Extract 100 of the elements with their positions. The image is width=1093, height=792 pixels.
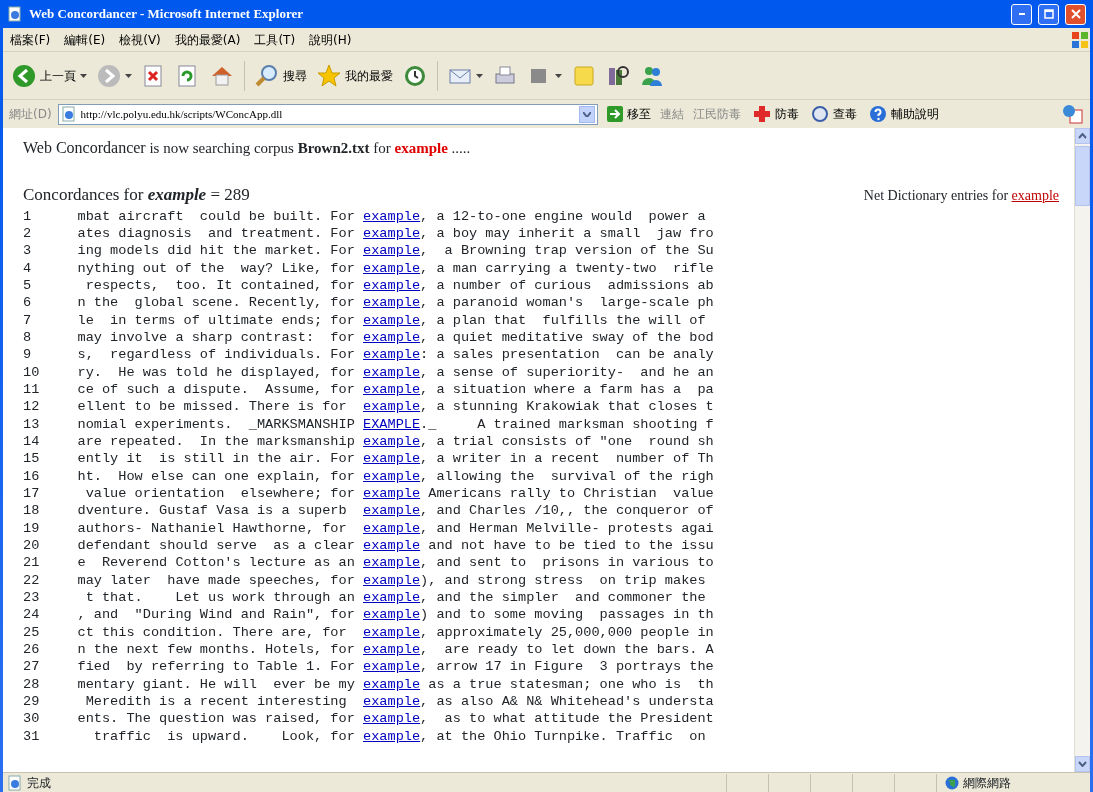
line-number: 21 [23,554,41,572]
keyword-link[interactable]: example [363,346,421,364]
left-context: may involve a sharp contrast: for [76,328,356,347]
left-context: le in terms of ultimate ends; for [76,311,356,329]
favorites-button[interactable]: 我的最愛 [314,61,396,90]
status-text: 完成 [27,774,51,792]
keyword-link[interactable]: example [363,398,421,416]
line-number: 22 [23,571,41,590]
menu-item[interactable]: 檔案(F) [3,28,58,51]
dropdown-arrow-icon [80,73,87,78]
status-message: Web Concordancer is now searching corpus Brown2.txt for example ..... [23,138,472,158]
keyword-link[interactable]: example [363,467,421,485]
left-context: traffic is upward. Look, for [92,727,356,746]
back-button[interactable]: 上一頁 [9,61,90,90]
right-context: , a paranoid woman's large-scale ph [420,294,714,312]
keyword-link[interactable]: example [363,294,421,312]
left-context: Meredith is a recent interesting [84,693,348,711]
keyword-link[interactable]: example [363,727,421,746]
keyword-link[interactable]: example [363,710,421,728]
menu-item[interactable]: 檢視(V) [112,28,168,51]
menu-item[interactable]: 工具(T) [247,28,303,51]
right-context: , a Browning trap version of the Su [420,242,714,260]
keyword-link[interactable]: example [363,589,421,607]
keyword-link[interactable]: example [363,259,421,277]
link-button[interactable]: 輔助說明 [865,103,942,125]
ie-page-icon [7,6,23,22]
scroll-thumb[interactable] [1075,146,1090,206]
right-context: , allowing the survival of the righ [420,467,714,485]
left-context: , and "During Wind and Rain", for [76,606,356,624]
right-context: , and sent to prisons in various to [420,554,714,572]
keyword-link[interactable]: example [363,693,421,711]
left-context: ents. The question was raised, for [76,710,356,728]
keyword-link[interactable]: example [363,311,421,329]
zone-text: 網際網路 [963,774,1011,792]
right-context: , a boy may inherit a small jaw fro [420,224,714,243]
line-number: 17 [23,485,41,503]
minimize-button[interactable] [1011,3,1032,25]
line-number: 13 [23,415,41,433]
keyword-link[interactable]: example [363,502,421,520]
disc-icon [810,105,829,123]
keyword-link[interactable]: example [363,623,421,642]
keyword-link[interactable]: example [363,432,421,451]
keyword-link[interactable]: example [363,554,421,572]
link-button[interactable]: 查毒 [807,103,860,125]
scrollbar[interactable] [1074,128,1090,772]
menu-item[interactable]: 我的最愛(A) [167,28,248,51]
scroll-down-icon[interactable] [1078,761,1087,767]
keyword-link[interactable]: EXAMPLE [363,415,421,433]
line-number: 24 [23,606,41,624]
address-label: 網址(D) [9,106,52,123]
left-context: ing models did hit the market. For [76,242,356,260]
left-context: nything out of the way? Like, for [76,259,356,277]
link-button[interactable]: 防毒 [749,103,802,125]
right-context: as a true statesman; one who is th [427,675,714,694]
keyword-link[interactable]: example [363,207,421,225]
left-context: respects, too. It contained, for [84,276,356,295]
right-context: , a stunning Krakowiak that closes t [420,398,714,416]
left-context: s, regardless of individuals. For [76,346,356,364]
go-arrow-icon [606,106,623,122]
keyword-link[interactable]: example [363,606,421,624]
keyword-link[interactable]: example [363,537,421,555]
keyword-link[interactable]: example [363,485,421,503]
maximize-button[interactable] [1038,3,1059,25]
go-button[interactable]: 移至 [603,103,654,125]
line-number: 27 [23,658,41,676]
line-number: 2 [23,224,33,243]
keyword-link[interactable]: example [363,328,421,347]
left-context: e Reverend Cotton's lecture as an [76,554,356,572]
keyword-link[interactable]: example [363,276,421,295]
globe-icon [945,775,959,790]
dictionary-link[interactable]: example [1011,188,1059,203]
close-icon [1070,9,1081,19]
keyword-link[interactable]: example [363,571,421,590]
line-number: 11 [23,380,41,399]
right-context: ) and to some moving passages in th [420,606,714,624]
search-button[interactable]: 搜尋 [252,61,310,90]
menu-item[interactable]: 說明(H) [302,28,359,51]
left-context: may later have made speeches, for [76,571,356,590]
keyword-link[interactable]: example [363,675,421,694]
right-context: , are ready to let down the bars. A [420,641,714,659]
keyword-link[interactable]: example [363,641,421,659]
keyword-link[interactable]: example [363,242,421,260]
scroll-up-icon[interactable] [1078,133,1087,139]
address-box[interactable]: http://vlc.polyu.edu.hk/scripts/WConcApp.dll [57,103,598,125]
keyword-link[interactable]: example [363,380,421,399]
right-context: ), and strong stress on trip makes [420,571,706,590]
line-number: 3 [23,242,33,260]
right-context: : a sales presentation can be analy [420,346,714,364]
line-number: 20 [23,537,41,555]
left-context: ry. He was told he displayed, for [76,363,356,381]
keyword-link[interactable]: example [363,658,421,676]
keyword-link[interactable]: example [363,224,421,243]
line-number: 16 [23,467,41,485]
keyword-link[interactable]: example [363,450,421,468]
keyword-link[interactable]: example [363,519,421,538]
maximize-icon [1043,9,1054,19]
keyword-link[interactable]: example [363,363,421,381]
left-context: value orientation elsewhere; for [84,485,356,503]
close-button[interactable] [1065,3,1086,25]
menu-item[interactable]: 編輯(E) [57,28,113,51]
